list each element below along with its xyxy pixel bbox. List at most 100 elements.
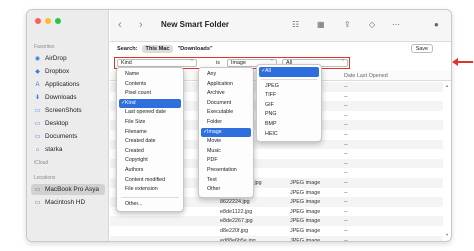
- menu-item-label: Content modified: [125, 176, 166, 183]
- menu-item[interactable]: TIFF: [257, 91, 321, 101]
- menu-item[interactable]: Folder: [199, 118, 253, 128]
- sidebar-item-screenshots[interactable]: ▭ ScreenShots: [31, 105, 105, 116]
- table-row[interactable]: ed88e6b5e.jpg JPEG image --: [110, 235, 443, 241]
- column-date-last-opened[interactable]: Date Last Opened: [344, 73, 388, 79]
- menu-separator: [121, 196, 179, 198]
- menu-item[interactable]: File extension: [117, 185, 183, 195]
- menu-item[interactable]: Music: [199, 147, 253, 157]
- sidebar-item-desktop[interactable]: ▭ Desktop: [31, 118, 105, 129]
- menu-item[interactable]: PDF: [199, 156, 253, 166]
- menu-item-label: Executable: [207, 109, 234, 116]
- menu-item-label: Any: [207, 71, 217, 77]
- group-icon[interactable]: ▦: [317, 20, 325, 29]
- menu-item[interactable]: Movie: [199, 137, 253, 147]
- cell-date: --: [344, 141, 348, 148]
- cell-date: --: [344, 122, 348, 129]
- forward-button[interactable]: ›: [139, 19, 143, 31]
- menu-item-label: Name: [125, 71, 140, 77]
- close-button[interactable]: [35, 18, 41, 24]
- scope-this-mac[interactable]: This Mac: [141, 45, 174, 53]
- folder-icon: ▭: [34, 107, 41, 114]
- menu-item[interactable]: Any: [199, 70, 253, 80]
- cell-name: d8e220f.jpg: [220, 228, 249, 234]
- menu-item[interactable]: Last opened date: [117, 108, 183, 118]
- menu-item[interactable]: GIF: [257, 101, 321, 111]
- menu-item-label: BMP: [265, 120, 277, 127]
- sidebar-item-documents[interactable]: ▭ Documents: [31, 131, 105, 142]
- menu-item-label: Application: [207, 80, 233, 87]
- zoom-button[interactable]: [55, 18, 61, 24]
- menu-item[interactable]: Filename: [117, 128, 183, 138]
- menu-item-label: Pixel count: [125, 90, 151, 97]
- sidebar-item-downloads[interactable]: ⬇ Downloads: [31, 92, 105, 103]
- sidebar-item-label: starka: [45, 146, 63, 153]
- menu-item-label: File extension: [125, 186, 158, 193]
- desktop-icon: ▭: [34, 120, 41, 127]
- share-icon[interactable]: ⇪: [344, 20, 351, 29]
- menu-item[interactable]: ✓ Kind: [119, 98, 181, 109]
- cell-date: --: [344, 228, 348, 234]
- scrollbar[interactable]: ▲ ▼: [444, 83, 449, 237]
- cell-kind: JPEG image: [290, 199, 321, 206]
- sidebar-item-label: Documents: [45, 133, 78, 140]
- checkmark-icon: ✓: [121, 99, 126, 106]
- laptop-icon: ▭: [34, 186, 41, 193]
- menu-item[interactable]: Archive: [199, 89, 253, 99]
- cell-date: --: [344, 93, 348, 100]
- menu-item[interactable]: Presentation: [199, 166, 253, 176]
- menu-item[interactable]: Created: [117, 147, 183, 157]
- back-button[interactable]: ‹: [118, 19, 122, 31]
- menu-item[interactable]: Contents: [117, 80, 183, 90]
- cell-date: --: [344, 151, 348, 158]
- menu-item-label: Authors: [125, 166, 144, 173]
- scope-downloads[interactable]: "Downloads": [177, 46, 212, 52]
- toolbar: ‹ › New Smart Folder ☷ ▦ ⇪ ◇ ⋯ ● ⌕: [110, 10, 451, 42]
- menu-item[interactable]: ✓ All: [259, 67, 319, 77]
- menu-item[interactable]: Content modified: [117, 176, 183, 186]
- menu-item[interactable]: Executable: [199, 108, 253, 118]
- cell-kind: JPEG image: [290, 180, 321, 186]
- menu-item[interactable]: PNG: [257, 110, 321, 120]
- menu-item-label: PDF: [207, 157, 218, 164]
- user-icon[interactable]: ●: [434, 20, 439, 29]
- menu-item[interactable]: Pixel count: [117, 89, 183, 99]
- save-button[interactable]: Save: [410, 44, 433, 53]
- sidebar-item-starka[interactable]: ⌂ starka: [31, 144, 105, 155]
- tag-icon[interactable]: ◇: [369, 20, 375, 29]
- airdrop-icon: ◉: [34, 55, 41, 62]
- menu-item[interactable]: Document: [199, 99, 253, 109]
- menu-item-label: Created: [125, 147, 144, 154]
- sidebar-location-0[interactable]: ▭ MacBook Pro Asya: [31, 184, 105, 195]
- menu-item[interactable]: Name: [117, 70, 183, 80]
- menu-item[interactable]: File Size: [117, 118, 183, 128]
- menu-item[interactable]: ✓ Image: [201, 127, 251, 138]
- sidebar-item-dropbox[interactable]: ◆ Dropbox: [31, 66, 105, 77]
- menu-item-label: Text: [207, 176, 217, 183]
- menu-item[interactable]: Created date: [117, 137, 183, 147]
- sidebar-item-label: MacBook Pro Asya: [45, 186, 99, 193]
- menu-item[interactable]: BMP: [257, 120, 321, 130]
- minimize-button[interactable]: [45, 18, 51, 24]
- cell-kind: JPEG image: [290, 208, 321, 215]
- cell-date: --: [344, 84, 348, 90]
- menu-item[interactable]: Text: [199, 176, 253, 186]
- menu-item-label: Document: [207, 99, 232, 106]
- menu-item[interactable]: Other: [199, 185, 253, 195]
- menu-item[interactable]: JPEG: [257, 82, 321, 92]
- menu-item[interactable]: Other...: [117, 200, 183, 210]
- sidebar-item-label: AirDrop: [45, 55, 67, 62]
- menu-item[interactable]: Copyright: [117, 156, 183, 166]
- sidebar-location-1[interactable]: ▭ Macintosh HD: [31, 197, 105, 208]
- sidebar-item-applications[interactable]: A Applications: [31, 79, 105, 90]
- menu-item-label: JPEG: [265, 82, 279, 89]
- checkmark-icon: ✓: [203, 128, 208, 135]
- view-options-icon[interactable]: ☷: [292, 20, 299, 29]
- menu-item[interactable]: Authors: [117, 166, 183, 176]
- menu-item-label: Copyright: [125, 157, 148, 164]
- menu-item[interactable]: HEIC: [257, 130, 321, 140]
- menu-item-label: Kind: [125, 99, 136, 106]
- attribute-dropdown: Name Contents Pixel count ✓ Kind Last opened …: [116, 67, 184, 213]
- more-icon[interactable]: ⋯: [392, 20, 400, 29]
- menu-item[interactable]: Application: [199, 80, 253, 90]
- sidebar-item-airdrop[interactable]: ◉ AirDrop: [31, 53, 105, 64]
